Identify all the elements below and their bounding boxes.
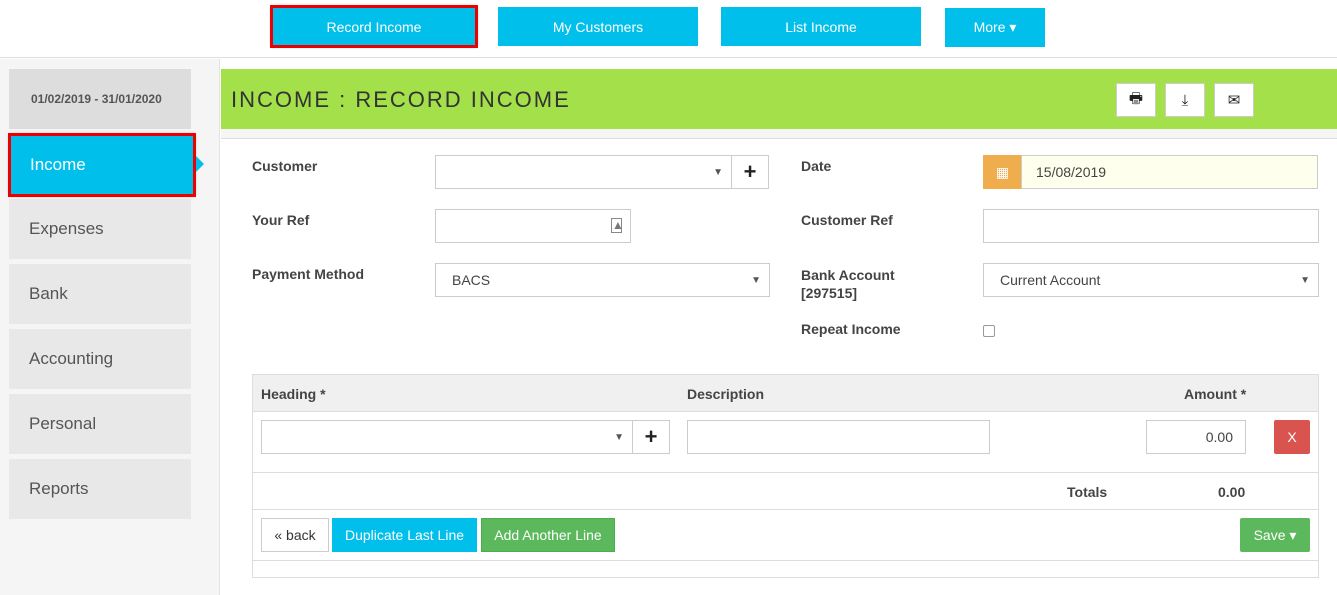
row-divider — [253, 509, 1318, 510]
totals-label: Totals — [1067, 484, 1108, 500]
chevron-down-icon: ▼ — [614, 432, 624, 443]
duplicate-last-line-button[interactable]: Duplicate Last Line — [332, 518, 477, 552]
date-input[interactable]: 15/08/2019 — [1021, 155, 1318, 189]
add-another-line-button[interactable]: Add Another Line — [481, 518, 615, 552]
payment-method-select[interactable]: BACS ▼ — [435, 263, 770, 297]
sidebar-item-bank[interactable]: Bank — [9, 264, 191, 324]
sidebar-item-accounting[interactable]: Accounting — [9, 329, 191, 389]
bank-account-code: [297515] — [801, 285, 858, 301]
sidebar-item-reports[interactable]: Reports — [9, 459, 191, 519]
date-label: Date — [801, 158, 832, 174]
description-column: Description — [687, 386, 765, 402]
amount-input[interactable]: 0.00 — [1146, 420, 1246, 454]
date-range[interactable]: 01/02/2019 - 31/01/2020 — [9, 69, 191, 129]
chevron-down-icon: ▼ — [751, 275, 761, 286]
page-header: INCOME : RECORD INCOME 🖶 ⤓ ✉ — [221, 69, 1337, 129]
my-customers-button[interactable]: My Customers — [498, 7, 698, 46]
record-income-button[interactable]: Record Income — [270, 5, 478, 48]
sidebar-item-income[interactable]: Income — [8, 133, 196, 197]
customer-select[interactable]: ▼ — [435, 155, 732, 189]
contact-card-icon: ▲ — [611, 218, 624, 233]
bank-account-value: Current Account — [1000, 272, 1101, 288]
customer-label: Customer — [252, 158, 318, 174]
your-ref-input[interactable]: ▲ — [435, 209, 631, 243]
bank-account-label: Bank Account [297515] — [801, 266, 895, 302]
bank-account-label-text: Bank Account — [801, 267, 895, 283]
divider — [221, 129, 1337, 139]
your-ref-label: Your Ref — [252, 212, 310, 228]
delete-line-button[interactable]: X — [1274, 420, 1310, 454]
chevron-down-icon: ▼ — [713, 167, 723, 178]
amount-column: Amount * — [1184, 386, 1247, 402]
description-input[interactable] — [687, 420, 990, 454]
chevron-down-icon: ▼ — [1300, 275, 1310, 286]
list-income-button[interactable]: List Income — [721, 7, 921, 46]
more-dropdown[interactable]: More ▾ — [945, 8, 1045, 47]
row-divider — [253, 560, 1318, 561]
page-title: INCOME : RECORD INCOME — [231, 87, 571, 112]
add-heading-button[interactable]: + — [632, 420, 670, 454]
top-nav: Record Income My Customers List Income M… — [0, 0, 1337, 58]
table-header: Heading * Description Amount * — [253, 375, 1318, 412]
sidebar-item-expenses[interactable]: Expenses — [9, 199, 191, 259]
sidebar: 01/02/2019 - 31/01/2020 Income Expenses … — [0, 59, 220, 595]
totals-value: 0.00 — [1218, 484, 1246, 500]
calendar-icon[interactable]: ▦ — [983, 155, 1022, 189]
repeat-income-checkbox[interactable] — [983, 325, 995, 337]
bank-account-select[interactable]: Current Account ▼ — [983, 263, 1319, 297]
print-icon[interactable]: 🖶 — [1116, 83, 1156, 117]
customer-ref-label: Customer Ref — [801, 212, 893, 228]
email-icon[interactable]: ✉ — [1214, 83, 1254, 117]
heading-column: Heading * — [261, 386, 326, 402]
repeat-income-label: Repeat Income — [801, 321, 901, 337]
save-button[interactable]: Save ▾ — [1240, 518, 1310, 552]
sidebar-item-personal[interactable]: Personal — [9, 394, 191, 454]
payment-method-value: BACS — [452, 272, 491, 288]
payment-method-label: Payment Method — [252, 266, 365, 282]
active-arrow — [196, 156, 204, 172]
customer-ref-input[interactable] — [983, 209, 1319, 243]
row-divider — [253, 472, 1318, 473]
income-lines-table: Heading * Description Amount * ▼ + 0.00 … — [252, 374, 1319, 578]
back-button[interactable]: « back — [261, 518, 329, 552]
heading-select[interactable]: ▼ — [261, 420, 633, 454]
download-icon[interactable]: ⤓ — [1165, 83, 1205, 117]
add-customer-button[interactable]: + — [731, 155, 769, 189]
